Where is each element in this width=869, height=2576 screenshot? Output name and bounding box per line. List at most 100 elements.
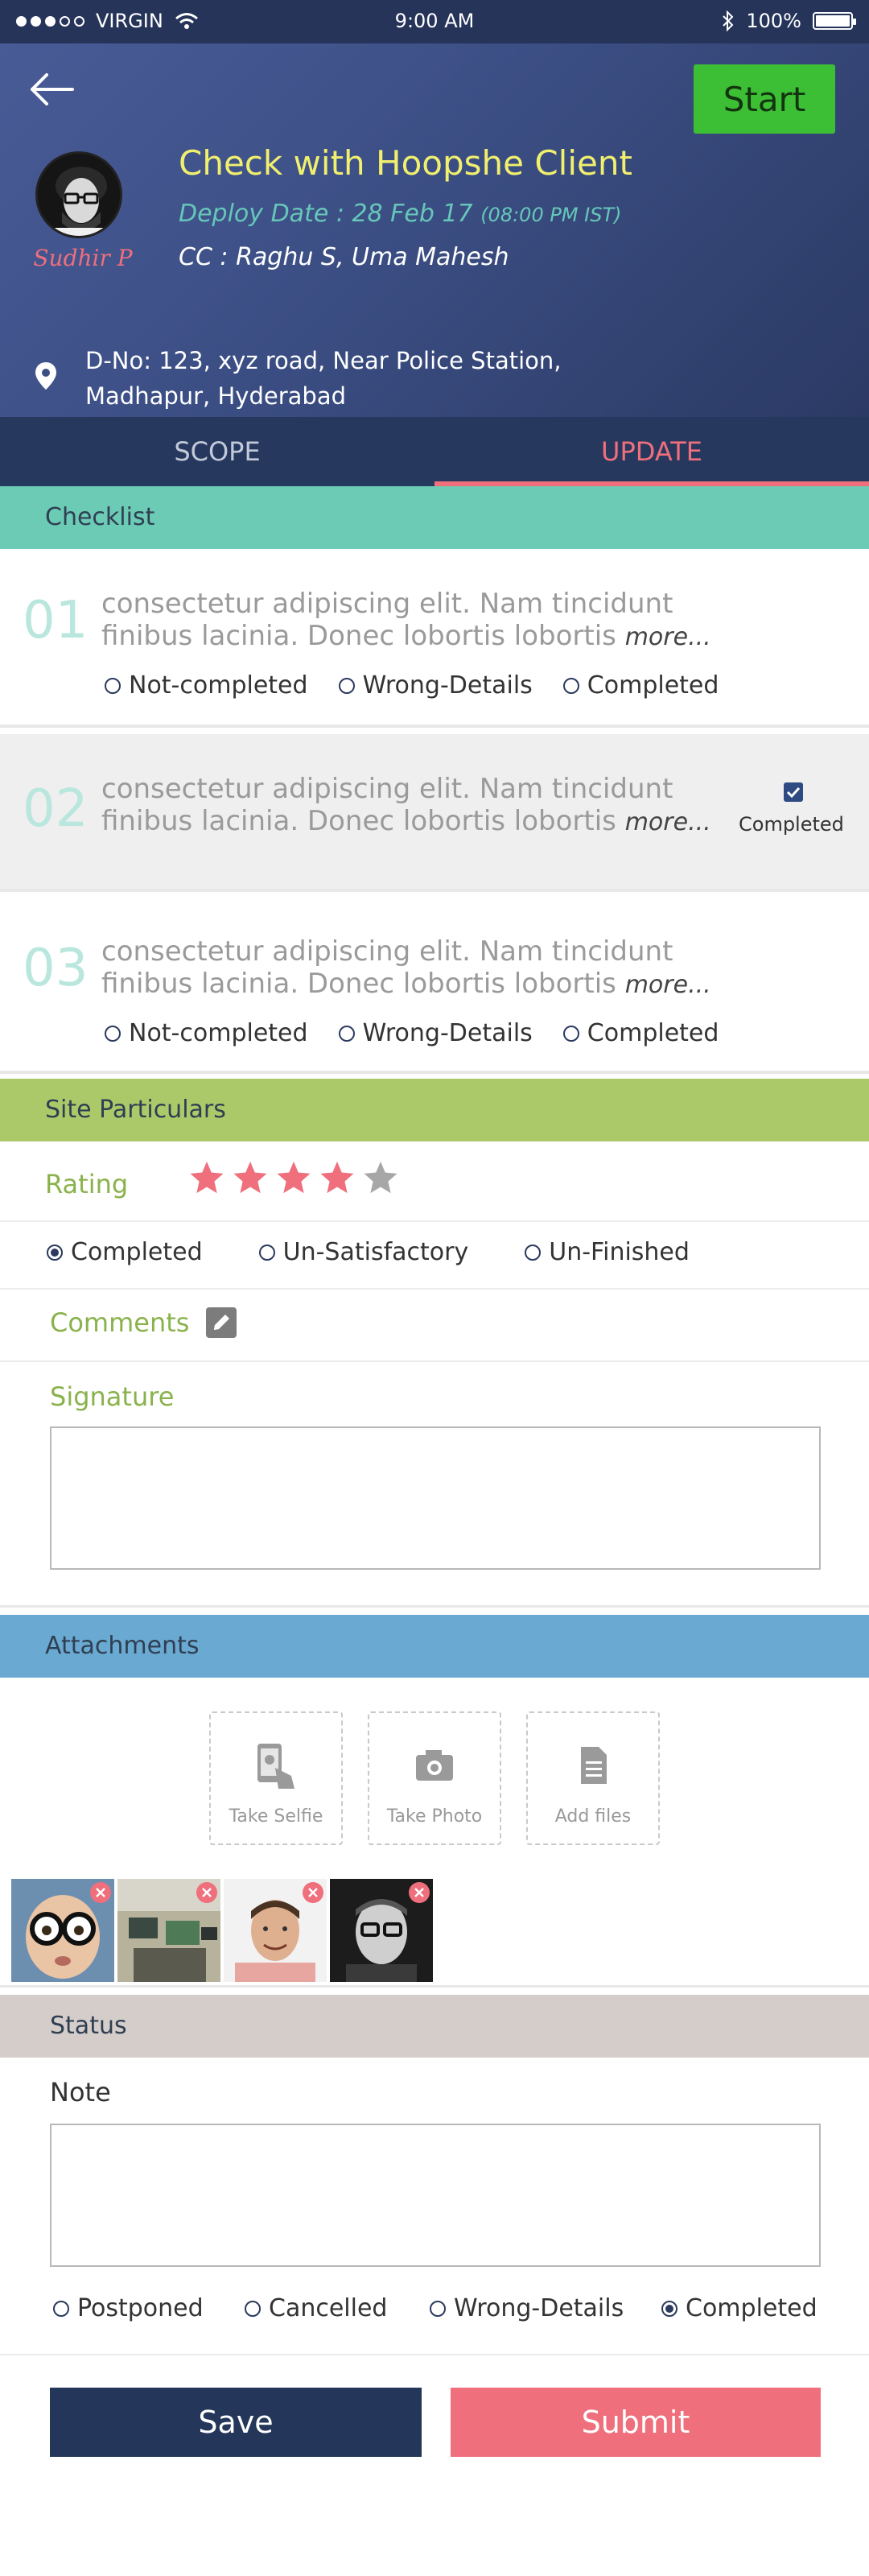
divider xyxy=(0,724,869,728)
radio-wrong-details[interactable]: Wrong-Details xyxy=(338,671,533,700)
completed-label: Completed xyxy=(739,813,844,836)
job-title: Check with Hoopshe Client xyxy=(179,143,632,183)
star-icon[interactable] xyxy=(319,1159,356,1196)
signature-pad[interactable] xyxy=(50,1426,821,1570)
radio-un-satisfactory[interactable]: Un-Satisfactory xyxy=(258,1238,468,1266)
attachment-thumbnail[interactable] xyxy=(330,1879,433,1982)
job-header: VIRGIN 9:00 AM 100% Start Sudhir P Check… xyxy=(0,0,869,417)
divider xyxy=(0,1288,869,1290)
status-bar: VIRGIN 9:00 AM 100% xyxy=(0,0,869,43)
item-number: 01 xyxy=(23,591,89,650)
note-input[interactable] xyxy=(50,2124,821,2267)
battery-icon xyxy=(813,12,856,30)
radio-cancelled[interactable]: Cancelled xyxy=(245,2294,430,2322)
tab-bar: SCOPE UPDATE xyxy=(0,417,869,486)
submit-button[interactable]: Submit xyxy=(451,2388,821,2457)
radio-un-finished[interactable]: Un-Finished xyxy=(525,1238,690,1266)
radio-postponed[interactable]: Postponed xyxy=(53,2294,245,2322)
star-icon[interactable] xyxy=(188,1159,225,1196)
star-icon[interactable] xyxy=(232,1159,269,1196)
map-pin-icon xyxy=(35,362,56,390)
radio-not-completed[interactable]: Not-completed xyxy=(105,1019,308,1047)
more-link[interactable]: more... xyxy=(625,971,711,999)
item-description: consectetur adipiscing elit. Nam tincidu… xyxy=(101,935,721,1001)
bluetooth-icon xyxy=(723,10,734,31)
checklist-item: 03 consectetur adipiscing elit. Nam tinc… xyxy=(0,892,869,1071)
divider xyxy=(0,1071,869,1074)
item-text-line-2: finibus lacinia. Donec lobortis lobortis xyxy=(101,805,616,837)
star-icon[interactable] xyxy=(275,1159,312,1196)
deploy-date-text: Deploy Date : 28 Feb 17 xyxy=(179,200,473,228)
status-header: Status xyxy=(0,1995,869,2058)
remove-icon[interactable] xyxy=(303,1882,323,1903)
attachment-thumbnail[interactable] xyxy=(224,1879,327,1982)
attachment-thumbnail[interactable] xyxy=(11,1879,114,1982)
take-photo-label: Take Photo xyxy=(386,1806,483,1827)
more-link[interactable]: more... xyxy=(625,808,711,836)
job-address: D-No: 123, xyz road, Near Police Station… xyxy=(85,343,562,414)
address-line-2: Madhapur, Hyderabad xyxy=(85,382,346,410)
file-icon xyxy=(581,1747,607,1784)
battery-percent: 100% xyxy=(746,10,801,32)
site-status-options: Completed Un-Satisfactory Un-Finished xyxy=(47,1238,690,1266)
note-label: Note xyxy=(50,2077,111,2107)
item-text-line-1: consectetur adipiscing elit. Nam tincidu… xyxy=(101,773,673,805)
divider xyxy=(0,1220,869,1222)
add-files-button[interactable]: Add files xyxy=(526,1711,660,1845)
remove-icon[interactable] xyxy=(90,1882,111,1903)
more-link[interactable]: more... xyxy=(625,623,711,651)
star-empty-icon[interactable] xyxy=(362,1159,399,1196)
cc-list: CC : Raghu S, Uma Mahesh xyxy=(179,243,509,271)
site-particulars-header: Site Particulars xyxy=(0,1079,869,1141)
checklist-header: Checklist xyxy=(0,486,869,549)
status-options: Postponed Cancelled Wrong-Details Comple… xyxy=(53,2294,818,2322)
avatar xyxy=(35,151,122,238)
start-button[interactable]: Start xyxy=(694,64,835,134)
star-rating[interactable] xyxy=(188,1159,399,1196)
edit-icon[interactable] xyxy=(206,1307,237,1338)
remove-icon[interactable] xyxy=(409,1882,430,1903)
item-status-options: Not-completed Wrong-Details Completed xyxy=(105,671,719,700)
radio-wrong-details[interactable]: Wrong-Details xyxy=(430,2294,661,2322)
item-description: consectetur adipiscing elit. Nam tincidu… xyxy=(101,773,721,839)
item-description: consectetur adipiscing elit. Nam tincidu… xyxy=(101,588,721,654)
item-text-line-2: finibus lacinia. Donec lobortis lobortis xyxy=(101,620,616,652)
radio-completed[interactable]: Completed xyxy=(47,1238,203,1266)
divider xyxy=(0,1360,869,1362)
comments-label: Comments xyxy=(50,1307,190,1338)
completed-checkbox[interactable] xyxy=(784,782,803,802)
deploy-time: (08:00 PM IST) xyxy=(480,204,622,226)
radio-wrong-details[interactable]: Wrong-Details xyxy=(338,1019,533,1047)
divider xyxy=(0,1605,869,1608)
radio-completed[interactable]: Completed xyxy=(661,2294,818,2322)
signature-label: Signature xyxy=(50,1381,175,1412)
selfie-icon xyxy=(257,1744,294,1789)
item-status-options: Not-completed Wrong-Details Completed xyxy=(105,1019,719,1047)
radio-completed[interactable]: Completed xyxy=(562,671,719,700)
checklist-item: 01 consectetur adipiscing elit. Nam tinc… xyxy=(0,549,869,724)
save-button[interactable]: Save xyxy=(50,2388,422,2457)
tab-update[interactable]: UPDATE xyxy=(434,417,869,486)
divider xyxy=(0,1985,869,1988)
take-selfie-button[interactable]: Take Selfie xyxy=(209,1711,343,1845)
attachment-thumbnail[interactable] xyxy=(117,1879,220,1982)
remove-icon[interactable] xyxy=(196,1882,217,1903)
item-text-line-1: consectetur adipiscing elit. Nam tincidu… xyxy=(101,588,673,620)
rating-label: Rating xyxy=(45,1169,129,1199)
item-text-line-1: consectetur adipiscing elit. Nam tincidu… xyxy=(101,935,673,968)
tab-scope[interactable]: SCOPE xyxy=(0,417,434,486)
item-number: 03 xyxy=(23,939,89,998)
attachments-header: Attachments xyxy=(0,1615,869,1678)
take-selfie-label: Take Selfie xyxy=(229,1806,323,1827)
deploy-date: Deploy Date : 28 Feb 17 (08:00 PM IST) xyxy=(179,200,622,228)
divider xyxy=(0,2354,869,2355)
add-files-label: Add files xyxy=(554,1806,632,1827)
assignee-name: Sudhir P xyxy=(33,245,133,271)
take-photo-button[interactable]: Take Photo xyxy=(368,1711,501,1845)
radio-completed[interactable]: Completed xyxy=(562,1019,719,1047)
radio-not-completed[interactable]: Not-completed xyxy=(105,671,308,700)
arrow-left-icon[interactable] xyxy=(29,72,74,106)
item-number: 02 xyxy=(23,779,89,839)
checklist-item: 02 consectetur adipiscing elit. Nam tinc… xyxy=(0,734,869,889)
address-line-1: D-No: 123, xyz road, Near Police Station… xyxy=(85,347,562,374)
